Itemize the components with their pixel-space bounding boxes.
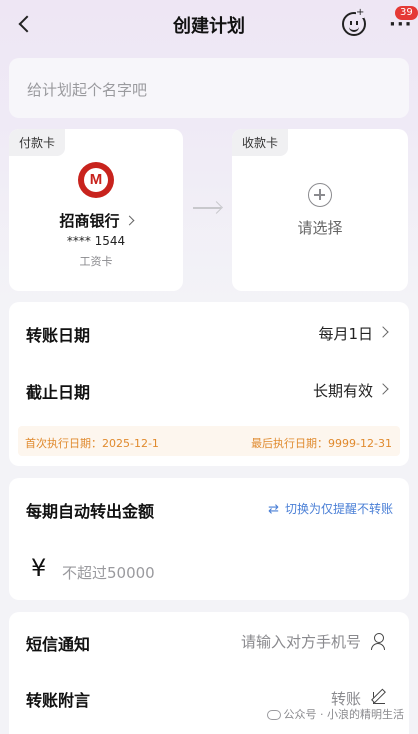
- currency-symbol: ¥: [31, 554, 47, 582]
- receive-card-prompt: 请选择: [297, 219, 343, 237]
- card-number: **** 1544: [66, 234, 126, 248]
- contact-icon[interactable]: [371, 633, 387, 651]
- date-section: 转账日期 每月1日 截止日期 长期有效 首次执行日期：2025-12-1 最后执…: [9, 302, 409, 466]
- amount-label: 每期自动转出金额: [26, 502, 155, 521]
- plan-name-input[interactable]: 给计划起个名字吧: [9, 58, 409, 118]
- execution-info-bar: 首次执行日期：2025-12-1 最后执行日期：9999-12-31: [18, 426, 400, 456]
- note-label: 转账附言: [26, 691, 91, 710]
- bank-name: 招商银行: [9, 210, 183, 231]
- pay-card-tag: 付款卡: [9, 129, 66, 156]
- notification-badge: 39: [395, 6, 418, 20]
- nav-header: 创建计划 + ··· 39: [0, 0, 418, 48]
- plus-mini-icon: +: [356, 7, 365, 18]
- chevron-right-icon: [377, 383, 389, 395]
- receive-card[interactable]: 收款卡 请选择: [232, 129, 408, 291]
- pencil-icon[interactable]: [373, 692, 385, 704]
- arrow-right-icon: [193, 207, 221, 209]
- bank-logo-icon: [78, 162, 114, 198]
- phone-input[interactable]: 请输入对方手机号: [241, 631, 361, 652]
- add-circle-icon: [308, 183, 332, 207]
- pay-card[interactable]: 付款卡 招商银行 **** 1544 工资卡: [9, 129, 183, 291]
- receive-card-tag: 收款卡: [232, 129, 289, 156]
- watermark: 公众号 · 小浪的精明生活: [266, 706, 404, 722]
- card-type: 工资卡: [79, 255, 113, 268]
- end-date-value: 长期有效: [312, 382, 373, 400]
- switch-mode-link[interactable]: ⇄ 切换为仅提醒不转账: [268, 500, 393, 517]
- sms-label: 短信通知: [26, 635, 91, 654]
- transfer-date-label: 转账日期: [26, 326, 91, 345]
- chevron-right-icon: [377, 326, 389, 338]
- end-date-label: 截止日期: [26, 383, 91, 402]
- chevron-right-icon: [124, 215, 134, 226]
- transfer-date-value: 每月1日: [318, 325, 373, 343]
- swap-icon: ⇄: [268, 502, 279, 517]
- first-exec-date: 首次执行日期：2025-12-1: [25, 437, 159, 450]
- amount-section: 每期自动转出金额 ⇄ 切换为仅提醒不转账 ¥ 不超过50000: [9, 478, 409, 600]
- last-exec-date: 最后执行日期：9999-12-31: [251, 437, 392, 450]
- amount-input[interactable]: 不超过50000: [62, 562, 155, 583]
- wechat-icon: [266, 710, 281, 720]
